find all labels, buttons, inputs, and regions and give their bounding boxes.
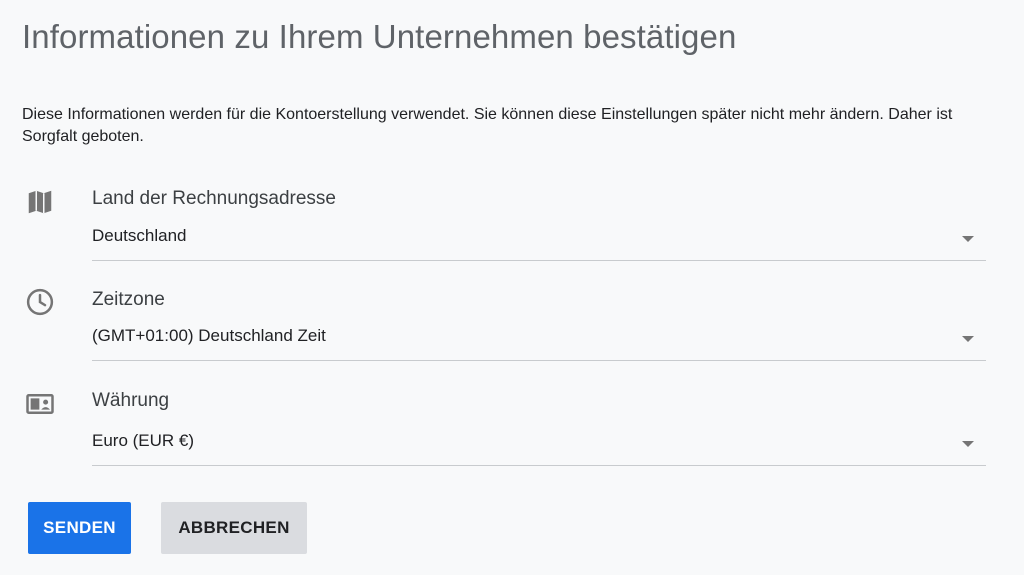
cancel-button[interactable]: ABBRECHEN	[161, 502, 307, 554]
country-label: Land der Rechnungsadresse	[92, 188, 337, 209]
timezone-label: Zeitzone	[92, 289, 165, 310]
clock-icon	[24, 286, 56, 318]
currency-select[interactable]: Euro (EUR €)	[92, 425, 986, 466]
map-icon	[24, 186, 56, 218]
currency-icon	[24, 388, 56, 420]
dropdown-arrow-icon	[962, 236, 974, 242]
country-select[interactable]: Deutschland	[92, 220, 986, 261]
country-value: Deutschland	[92, 226, 187, 245]
page-title: Informationen zu Ihrem Unternehmen bestä…	[22, 18, 737, 55]
timezone-select[interactable]: (GMT+01:00) Deutschland Zeit	[92, 320, 986, 361]
dropdown-arrow-icon	[962, 441, 974, 447]
dropdown-arrow-icon	[962, 336, 974, 342]
submit-button[interactable]: SENDEN	[28, 502, 131, 554]
page-description: Diese Informationen werden für die Konto…	[22, 106, 953, 145]
currency-value: Euro (EUR €)	[92, 431, 195, 450]
currency-label: Währung	[92, 390, 170, 411]
timezone-value: (GMT+01:00) Deutschland Zeit	[92, 326, 326, 345]
